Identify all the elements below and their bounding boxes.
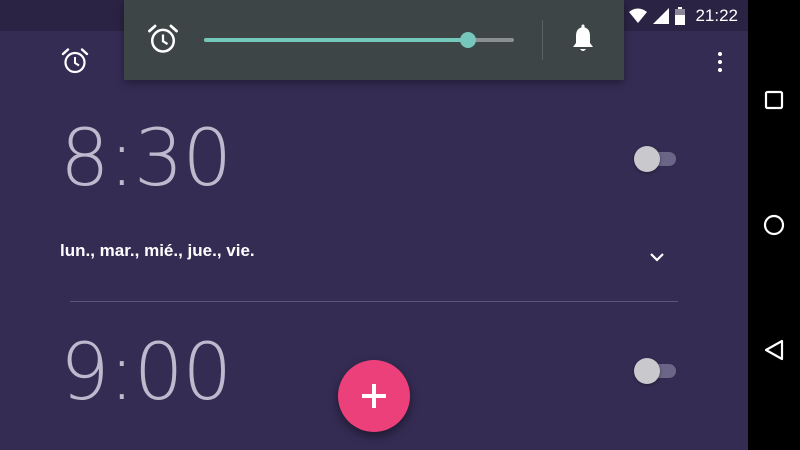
wifi-icon bbox=[629, 8, 648, 23]
volume-slider[interactable] bbox=[204, 32, 514, 48]
add-alarm-button[interactable] bbox=[338, 360, 410, 432]
overflow-menu-icon[interactable] bbox=[708, 48, 732, 76]
volume-slider-thumb[interactable] bbox=[459, 32, 476, 48]
alarm-repeat-days[interactable]: lun., mar., mié., jue., vie. bbox=[60, 241, 255, 261]
toggle-knob bbox=[634, 358, 660, 384]
bell-icon[interactable] bbox=[566, 22, 600, 56]
recents-icon[interactable] bbox=[758, 84, 790, 116]
alarm-divider bbox=[70, 301, 678, 302]
chevron-down-icon[interactable] bbox=[646, 248, 668, 266]
volume-panel-divider bbox=[542, 20, 543, 60]
status-time: 21:22 bbox=[695, 6, 738, 25]
navigation-bar bbox=[748, 0, 800, 450]
alarm-toggle-2[interactable] bbox=[634, 358, 676, 384]
plus-icon bbox=[362, 384, 386, 408]
alarm-toggle-1[interactable] bbox=[634, 146, 676, 172]
alarm-clock-icon bbox=[148, 24, 178, 53]
alarm-time-1[interactable]: 8:30 bbox=[60, 120, 232, 198]
back-icon[interactable] bbox=[758, 334, 790, 366]
toggle-knob bbox=[634, 146, 660, 172]
battery-icon bbox=[675, 7, 686, 25]
home-icon[interactable] bbox=[758, 209, 790, 241]
alarm-clock-icon[interactable] bbox=[60, 46, 90, 76]
clock-app: 21:22 8:30 lun., mar., mié., jue., vie. … bbox=[0, 0, 748, 450]
cell-signal-icon bbox=[653, 8, 670, 24]
alarm-time-2[interactable]: 9:00 bbox=[60, 334, 232, 412]
volume-panel bbox=[124, 0, 624, 80]
volume-slider-fill bbox=[204, 38, 468, 42]
status-icons: 21:22 bbox=[629, 5, 738, 27]
